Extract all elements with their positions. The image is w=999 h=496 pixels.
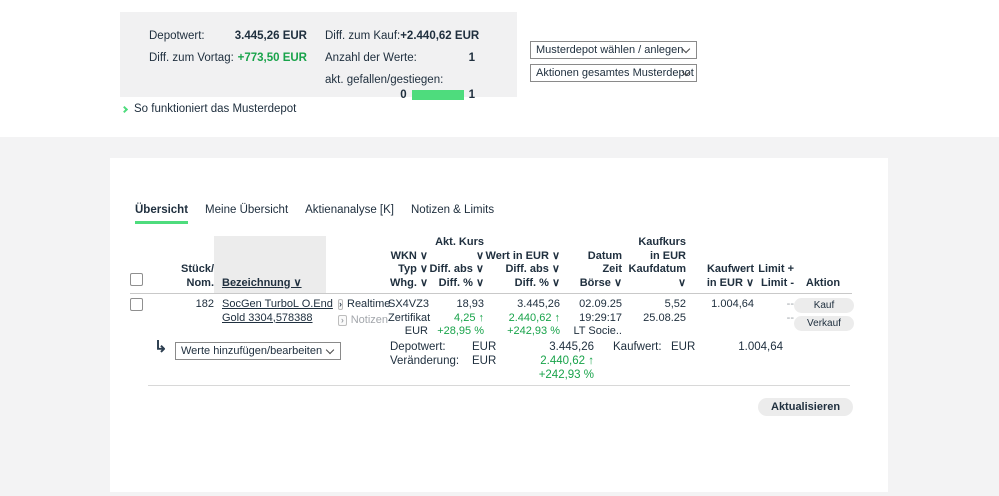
anzahl-werte-label: Anzahl der Werte: — [325, 51, 417, 65]
footer-kaufwert-value: 1.004,64 — [711, 340, 783, 354]
realtime-link[interactable]: › Realtime — [338, 298, 388, 312]
aktualisieren-button[interactable]: Aktualisieren — [758, 398, 853, 416]
col-akt-kurs[interactable]: Akt. Kurs ∨ Diff. abs ∨ Diff. % ∨ — [428, 236, 484, 294]
cell-links: › Realtime › Notizen — [326, 294, 388, 339]
col-wert-eur[interactable]: Wert in EUR ∨ Diff. abs ∨ Diff. % ∨ — [484, 236, 560, 294]
cell-wkn-typ-whg: SX4VZ3 Zertifikat EUR — [388, 294, 428, 339]
tab-aktienanalyse[interactable]: Aktienanalyse [K] — [305, 204, 394, 224]
col-datum-zeit-boerse[interactable]: Datum Zeit Börse ∨ — [560, 236, 622, 294]
diff-vortag-value: +773,50 EUR — [238, 51, 307, 65]
totals-block: Depotwert: EUR 3.445,26 Veränderung: EUR… — [390, 340, 594, 382]
summary-left-column: Depotwert: 3.445,26 EUR Diff. zum Vortag… — [149, 29, 307, 73]
col-kaufwert[interactable]: Kaufwert in EUR ∨ — [686, 236, 754, 294]
musterdepot-select-value: Musterdepot wählen / anlegen — [536, 44, 683, 56]
cell-akt-kurs: 18,93 4,25 ↑ +28,95 % — [428, 294, 484, 339]
notizen-link[interactable]: › Notizen — [338, 314, 388, 328]
footer-kaufwert-currency: EUR — [671, 340, 711, 354]
table-header-row: Stück/ Nom. Bezeichnung ∨ WKN ∨ Typ ∨ Wh… — [130, 236, 852, 294]
tab-notizen-limits[interactable]: Notizen & Limits — [411, 204, 494, 224]
info-link-label: So funktioniert das Musterdepot — [134, 103, 296, 115]
chevron-right-icon — [121, 105, 128, 112]
verkauf-button[interactable]: Verkauf — [794, 316, 854, 331]
chevron-right-icon: › — [338, 315, 347, 326]
cell-kaufwert: 1.004,64 — [686, 294, 754, 339]
cell-kaufkurs: 5,52 25.08.25 — [622, 294, 686, 339]
position-name-link[interactable]: SocGen TurboL O.End Gold 3304,578388 — [222, 298, 326, 325]
kaufwert-block: Kaufwert: EUR 1.004,64 — [613, 340, 783, 354]
footer-depotwert-value: 3.445,26 — [510, 340, 594, 354]
table-row: 182 SocGen TurboL O.End Gold 3304,578388… — [130, 294, 852, 339]
col-kaufkurs[interactable]: Kaufkurs in EUR Kaufdatum ∨ — [622, 236, 686, 294]
footer-depotwert-label: Depotwert: — [390, 340, 472, 354]
footer-veraenderung-currency: EUR — [472, 354, 510, 368]
diff-kauf-value: +2.440,62 EUR — [400, 29, 479, 43]
gefallen-gestiegen-label: akt. gefallen/gestiegen: — [325, 73, 443, 87]
col-aktion: Aktion — [794, 236, 852, 294]
musterdepot-select[interactable]: Musterdepot wählen / anlegen — [530, 41, 697, 59]
cell-aktion: Kauf Verkauf — [794, 294, 852, 339]
cell-bezeichnung: SocGen TurboL O.End Gold 3304,578388 — [214, 294, 326, 339]
werte-select-value: Werte hinzufügen/bearbeiten — [181, 345, 322, 357]
tab-bar: Übersicht Meine Übersicht Aktienanalyse … — [135, 204, 494, 224]
footer-divider — [148, 385, 850, 386]
depotwert-label: Depotwert: — [149, 29, 205, 43]
gefallen-gestiegen-bar-row: 0 1 — [325, 89, 475, 101]
col-limit: Limit + Limit - — [754, 236, 794, 294]
row-checkbox[interactable] — [130, 298, 143, 311]
musterdepot-info-link[interactable]: So funktioniert das Musterdepot — [122, 103, 296, 115]
cell-limit: -- -- — [754, 294, 794, 339]
anzahl-werte-value: 1 — [469, 51, 475, 65]
top-section: Depotwert: 3.445,26 EUR Diff. zum Vortag… — [0, 0, 999, 137]
footer-veraenderung-percent: +242,93 % — [510, 368, 594, 382]
col-bezeichnung[interactable]: Bezeichnung ∨ — [214, 236, 326, 294]
footer-veraenderung-value: 2.440,62 ↑ — [510, 354, 594, 368]
footer-veraenderung-label: Veränderung: — [390, 354, 472, 368]
chevron-down-icon — [326, 346, 334, 354]
depot-table: Stück/ Nom. Bezeichnung ∨ WKN ∨ Typ ∨ Wh… — [130, 236, 852, 339]
branch-arrow-icon: ↳ — [154, 337, 167, 357]
col-wkn-typ-whg[interactable]: WKN ∨ Typ ∨ Whg. ∨ — [388, 236, 428, 294]
chevron-right-icon: › — [338, 299, 343, 310]
cell-wert-eur: 3.445,26 2.440,62 ↑ +242,93 % — [484, 294, 560, 339]
kauf-button[interactable]: Kauf — [794, 298, 854, 313]
gestiegen-count: 1 — [469, 89, 475, 101]
footer-depotwert-currency: EUR — [472, 340, 510, 354]
werte-select[interactable]: Werte hinzufügen/bearbeiten — [175, 342, 341, 360]
diff-vortag-label: Diff. zum Vortag: — [149, 51, 234, 65]
depot-summary-box: Depotwert: 3.445,26 EUR Diff. zum Vortag… — [120, 12, 517, 97]
gefallen-count: 0 — [400, 89, 406, 101]
aktionen-select-value: Aktionen gesamtes Musterdepot — [536, 67, 694, 79]
depotwert-value: 3.445,26 EUR — [235, 29, 307, 43]
content-background: Übersicht Meine Übersicht Aktienanalyse … — [0, 137, 999, 496]
col-stueck-nom: Stück/ Nom. — [160, 236, 214, 294]
tab-meine-uebersicht[interactable]: Meine Übersicht — [205, 204, 288, 224]
cell-stueck: 182 — [160, 294, 214, 339]
cell-datum-zeit-boerse: 02.09.25 19:29:17 LT Socie.. — [560, 294, 622, 339]
aktionen-select[interactable]: Aktionen gesamtes Musterdepot — [530, 64, 697, 82]
footer-kaufwert-label: Kaufwert: — [613, 340, 671, 354]
select-all-checkbox[interactable] — [130, 273, 143, 286]
gestiegen-bar — [412, 90, 464, 100]
summary-right-column: Diff. zum Kauf: +2.440,62 EUR Anzahl der… — [325, 29, 475, 101]
col-links — [326, 236, 388, 294]
depot-card: Übersicht Meine Übersicht Aktienanalyse … — [110, 158, 888, 492]
diff-kauf-label: Diff. zum Kauf: — [325, 29, 400, 43]
tab-uebersicht[interactable]: Übersicht — [135, 204, 188, 224]
